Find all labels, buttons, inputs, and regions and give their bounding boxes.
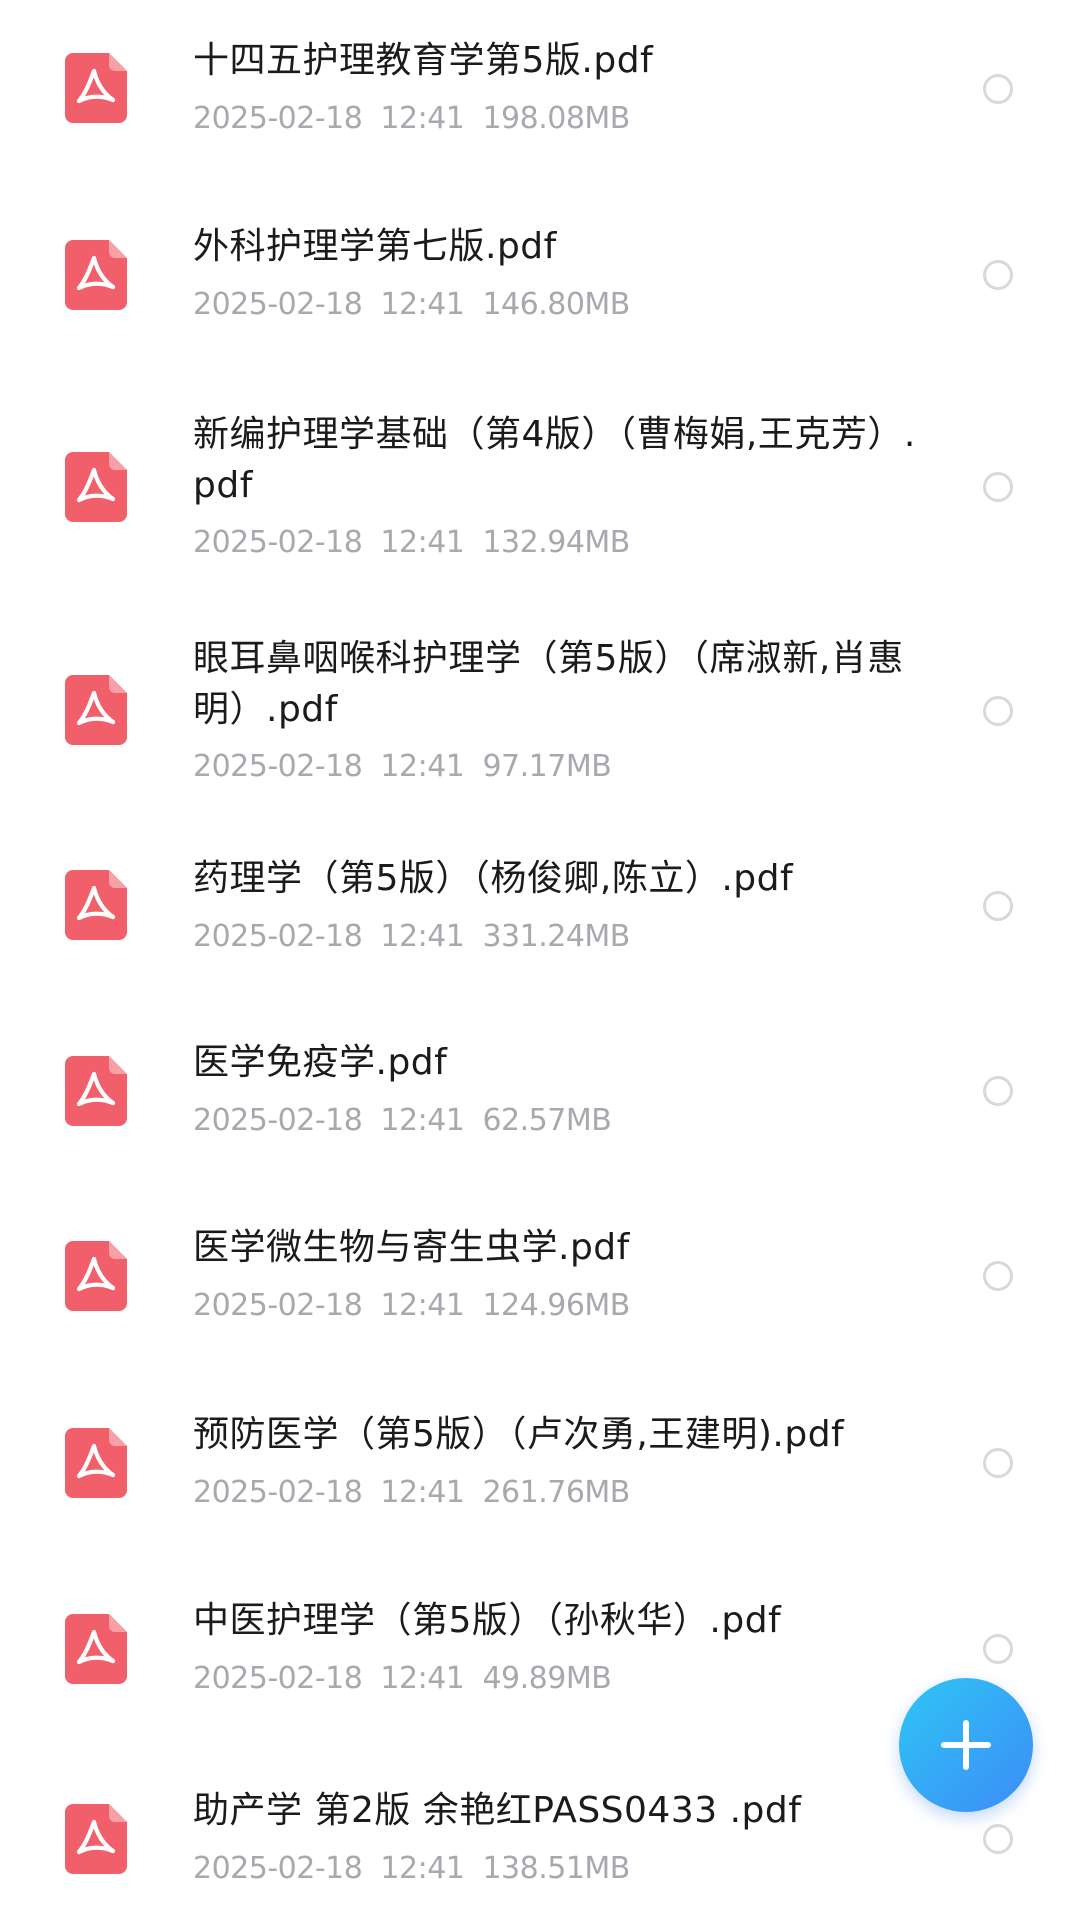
file-list-item[interactable]: 医学免疫学.pdf 2025-02-18 12:41 62.57MB (0, 1010, 1080, 1195)
select-radio[interactable] (983, 1261, 1013, 1291)
add-button[interactable] (899, 1678, 1033, 1812)
select-radio[interactable] (983, 1824, 1013, 1854)
file-meta: 2025-02-18 12:41 124.96MB (193, 1288, 630, 1323)
select-radio[interactable] (983, 472, 1013, 502)
select-radio[interactable] (983, 696, 1013, 726)
file-name: 十四五护理教育学第5版.pdf (193, 40, 654, 81)
file-meta: 2025-02-18 12:41 49.89MB (193, 1661, 612, 1696)
pdf-icon (65, 1056, 127, 1126)
plus-icon (941, 1720, 991, 1770)
file-meta: 2025-02-18 12:41 97.17MB (193, 749, 612, 784)
file-list-item[interactable]: 预防医学（第5版）（卢次勇,王建明).pdf 2025-02-18 12:41 … (0, 1380, 1080, 1570)
file-meta: 2025-02-18 12:41 331.24MB (193, 919, 630, 954)
file-list-item[interactable]: 眼耳鼻咽喉科护理学（第5版）（席淑新,肖惠明）.pdf 2025-02-18 1… (0, 605, 1080, 830)
pdf-icon (65, 1804, 127, 1874)
select-radio[interactable] (983, 1448, 1013, 1478)
pdf-icon (65, 240, 127, 310)
file-name: 中医护理学（第5版）（孙秋华）.pdf (193, 1600, 782, 1641)
file-name: 新编护理学基础（第4版）（曹梅娟,王克芳）.pdf (193, 414, 916, 506)
file-name: 药理学（第5版）（杨俊卿,陈立）.pdf (193, 858, 794, 899)
select-radio[interactable] (983, 1076, 1013, 1106)
file-meta: 2025-02-18 12:41 138.51MB (193, 1851, 630, 1886)
file-list-item[interactable]: 十四五护理教育学第5版.pdf 2025-02-18 12:41 198.08M… (0, 0, 1080, 180)
file-name: 预防医学（第5版）（卢次勇,王建明).pdf (193, 1414, 845, 1455)
file-name: 眼耳鼻咽喉科护理学（第5版）（席淑新,肖惠明）.pdf (193, 638, 904, 730)
file-list-item[interactable]: 新编护理学基础（第4版）（曹梅娟,王克芳）.pdf 2025-02-18 12:… (0, 370, 1080, 605)
file-name: 医学免疫学.pdf (193, 1042, 448, 1083)
select-radio[interactable] (983, 1634, 1013, 1664)
file-name: 外科护理学第七版.pdf (193, 226, 557, 267)
file-meta: 2025-02-18 12:41 132.94MB (193, 525, 630, 560)
file-name: 医学微生物与寄生虫学.pdf (193, 1227, 630, 1268)
file-list-item[interactable]: 药理学（第5版）（杨俊卿,陈立）.pdf 2025-02-18 12:41 33… (0, 830, 1080, 1010)
pdf-icon (65, 675, 127, 745)
pdf-icon (65, 870, 127, 940)
select-radio[interactable] (983, 74, 1013, 104)
select-radio[interactable] (983, 260, 1013, 290)
file-meta: 2025-02-18 12:41 198.08MB (193, 101, 630, 136)
file-list-item[interactable]: 外科护理学第七版.pdf 2025-02-18 12:41 146.80MB (0, 180, 1080, 370)
file-meta: 2025-02-18 12:41 62.57MB (193, 1103, 612, 1138)
file-name: 助产学 第2版 余艳红PASS0433 .pdf (193, 1790, 802, 1831)
file-list-item[interactable]: 医学微生物与寄生虫学.pdf 2025-02-18 12:41 124.96MB (0, 1195, 1080, 1380)
pdf-icon (65, 1428, 127, 1498)
pdf-icon (65, 53, 127, 123)
file-meta: 2025-02-18 12:41 146.80MB (193, 287, 630, 322)
pdf-icon (65, 1614, 127, 1684)
file-list: 十四五护理教育学第5版.pdf 2025-02-18 12:41 198.08M… (0, 0, 1080, 1923)
pdf-icon (65, 452, 127, 522)
pdf-icon (65, 1241, 127, 1311)
file-meta: 2025-02-18 12:41 261.76MB (193, 1475, 630, 1510)
select-radio[interactable] (983, 891, 1013, 921)
